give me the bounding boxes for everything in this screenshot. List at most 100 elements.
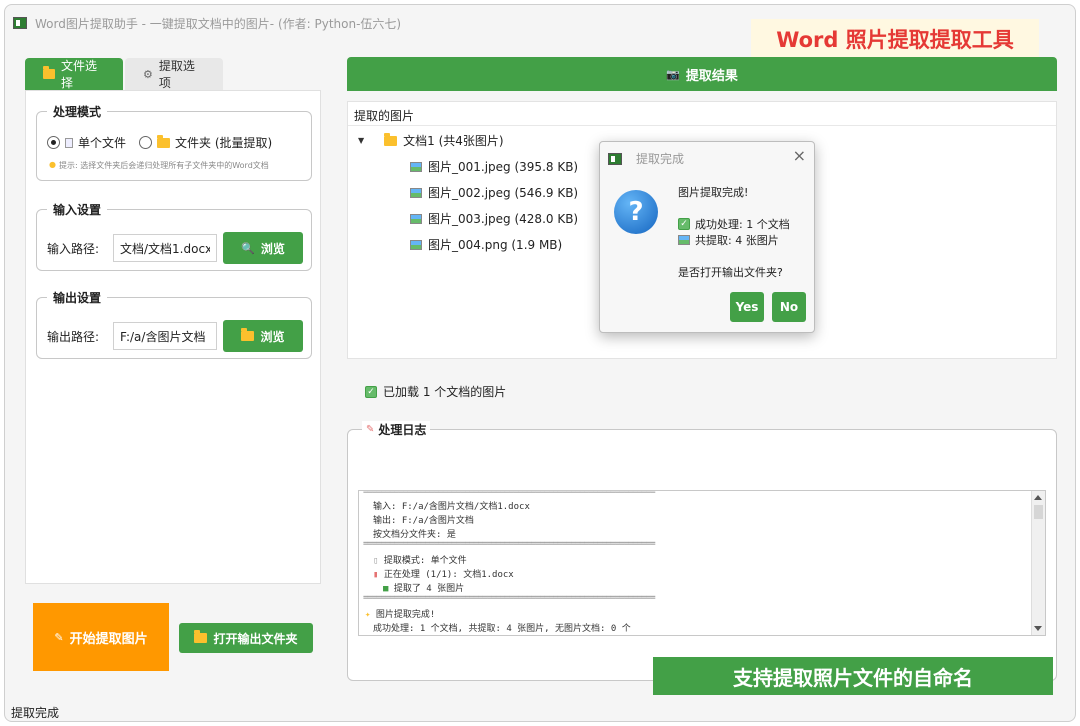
- dialog-total: 共提取: 4 张图片: [678, 232, 779, 248]
- image-icon: [410, 213, 422, 224]
- log-separator: ========================================…: [363, 593, 656, 603]
- dialog-question: 是否打开输出文件夹?: [678, 266, 783, 279]
- log-separator: ========================================…: [363, 490, 656, 497]
- log-scrollbar[interactable]: [1031, 491, 1045, 635]
- tree-root-label: 文档1 (共4张图片): [403, 134, 504, 148]
- results-header-label: 提取结果: [685, 68, 738, 84]
- image-item[interactable]: 图片_004.png (1.9 MB): [410, 236, 562, 253]
- app-window: Word图片提取助手 - 一键提取文档中的图片- (作者: Python-伍六七…: [4, 4, 1076, 722]
- dialog-success-text: 成功处理: 1 个文档: [695, 218, 790, 231]
- status-bar: 提取完成: [11, 706, 60, 720]
- image-item[interactable]: 图片_002.jpeg (546.9 KB): [410, 184, 578, 201]
- tab-file-select[interactable]: 文件选择: [25, 58, 123, 90]
- output-path-field[interactable]: [113, 322, 217, 350]
- start-label: 开始提取图片: [69, 631, 148, 647]
- log-line: 输出: F:/a/含图片文档: [373, 516, 474, 526]
- tab-label: 提取选项: [158, 59, 195, 90]
- log-line-text: 提取模式: 单个文件: [383, 556, 467, 566]
- memo-icon: ✎: [366, 424, 375, 435]
- tree-root-document[interactable]: ▼ 文档1 (共4张图片): [358, 132, 504, 149]
- eraser-icon: ✎: [54, 630, 64, 644]
- log-line: 输入: F:/a/含图片文档/文档1.docx: [373, 502, 530, 512]
- feature-banner: 支持提取照片文件的自命名: [653, 657, 1053, 695]
- group-title: 输出设置: [47, 289, 108, 306]
- image-icon: [410, 161, 422, 172]
- check-icon: ✓: [365, 385, 377, 398]
- log-line-text: 图片提取完成!: [375, 610, 436, 620]
- close-icon[interactable]: ×: [793, 146, 806, 165]
- dialog-success: ✓ 成功处理: 1 个文档: [678, 216, 790, 232]
- gear-icon: ⚙: [143, 67, 153, 81]
- log-title: ✎ 处理日志: [362, 421, 431, 438]
- log-line: ▮ 正在处理 (1/1): 文档1.docx: [373, 567, 514, 580]
- log-separator: ========================================…: [363, 539, 656, 549]
- mode-group: 处理模式 单个文件 文件夹 (批量提取) ● 提示: 选择文件夹后会递归处理所有…: [36, 103, 312, 181]
- folder-icon: [384, 132, 398, 146]
- output-browse-button[interactable]: 浏览: [223, 320, 303, 352]
- loaded-status-text: 已加载 1 个文档的图片: [383, 385, 507, 399]
- extract-complete-dialog: 提取完成 × ? 图片提取完成! ✓ 成功处理: 1 个文档 共提取: 4 张图…: [599, 141, 815, 333]
- single-file-label: 单个文件: [78, 136, 127, 150]
- input-path-field[interactable]: [113, 234, 217, 262]
- tree-header: 提取的图片: [348, 102, 1056, 126]
- image-item[interactable]: 图片_001.jpeg (395.8 KB): [410, 158, 578, 175]
- question-icon: ?: [614, 190, 658, 234]
- folder-label: 文件夹 (批量提取): [175, 136, 273, 150]
- output-group: 输出设置 输出路径: 浏览: [36, 289, 312, 359]
- open-output-label: 打开输出文件夹: [213, 631, 298, 646]
- group-title: 处理模式: [47, 103, 108, 120]
- log-line-text: 正在处理 (1/1): 文档1.docx: [383, 570, 514, 580]
- chevron-down-icon[interactable]: ▼: [358, 136, 364, 145]
- log-line: ▯ 提取模式: 单个文件: [373, 553, 467, 566]
- tab-label: 文件选择: [60, 59, 97, 90]
- browse-label: 浏览: [260, 329, 285, 344]
- dialog-total-text: 共提取: 4 张图片: [695, 234, 779, 247]
- window-title: Word图片提取助手 - 一键提取文档中的图片- (作者: Python-伍六七…: [35, 16, 402, 31]
- open-output-folder-button[interactable]: 打开输出文件夹: [179, 623, 313, 653]
- results-header: 📷 提取结果: [347, 57, 1057, 91]
- input-path-label: 输入路径:: [47, 241, 100, 256]
- document-icon: [65, 137, 73, 148]
- folder-radio[interactable]: [139, 136, 153, 149]
- image-icon: [678, 235, 690, 245]
- yes-button[interactable]: Yes: [730, 292, 764, 322]
- folder-icon: [241, 328, 255, 341]
- sparkle-icon: ✦: [365, 610, 371, 620]
- input-group: 输入设置 输入路径: 🔍 浏览: [36, 201, 312, 271]
- browse-label: 浏览: [260, 241, 285, 256]
- scroll-up-arrow-icon[interactable]: [1034, 495, 1042, 500]
- camera-icon: 📷: [666, 67, 680, 81]
- mode-hint: ● 提示: 选择文件夹后会递归处理所有子文件夹中的Word文档: [49, 160, 269, 171]
- loaded-status: ✓ 已加载 1 个文档的图片: [365, 383, 506, 400]
- file-select-panel: 处理模式 单个文件 文件夹 (批量提取) ● 提示: 选择文件夹后会递归处理所有…: [25, 90, 321, 584]
- no-button[interactable]: No: [772, 292, 806, 322]
- image-icon: [410, 187, 422, 198]
- app-icon: [13, 17, 27, 29]
- tab-extract-options[interactable]: ⚙ 提取选项: [125, 58, 223, 90]
- log-group: ✎ 处理日志 =================================…: [347, 421, 1057, 681]
- folder-icon: [157, 134, 171, 148]
- brand-banner: Word 照片提取提取工具: [751, 19, 1039, 59]
- tab-bar: 文件选择 ⚙ 提取选项: [25, 58, 223, 90]
- image-label: 图片_001.jpeg (395.8 KB): [428, 160, 579, 174]
- document-icon: ▯: [373, 556, 379, 566]
- log-textarea[interactable]: ========================================…: [358, 490, 1046, 636]
- scroll-down-arrow-icon[interactable]: [1034, 626, 1042, 631]
- scroll-thumb[interactable]: [1034, 505, 1043, 519]
- output-path-label: 输出路径:: [47, 329, 100, 344]
- output-row: 输出路径: 浏览: [47, 320, 303, 352]
- image-icon: [410, 239, 422, 250]
- log-line: 成功处理: 1 个文档, 共提取: 4 张图片, 无图片文档: 0 个: [373, 624, 631, 634]
- app-icon: [608, 152, 622, 165]
- image-label: 图片_004.png (1.9 MB): [428, 238, 563, 252]
- single-file-radio[interactable]: [47, 136, 60, 149]
- image-label: 图片_003.jpeg (428.0 KB): [428, 212, 579, 226]
- dialog-title: 提取完成: [636, 152, 685, 166]
- input-browse-button[interactable]: 🔍 浏览: [223, 232, 303, 264]
- search-icon: 🔍: [241, 241, 255, 255]
- mode-options: 单个文件 文件夹 (批量提取): [47, 134, 272, 151]
- input-row: 输入路径: 🔍 浏览: [47, 232, 303, 264]
- image-item[interactable]: 图片_003.jpeg (428.0 KB): [410, 210, 578, 227]
- start-extract-button[interactable]: ✎ 开始提取图片: [33, 603, 169, 671]
- log-title-label: 处理日志: [378, 423, 427, 437]
